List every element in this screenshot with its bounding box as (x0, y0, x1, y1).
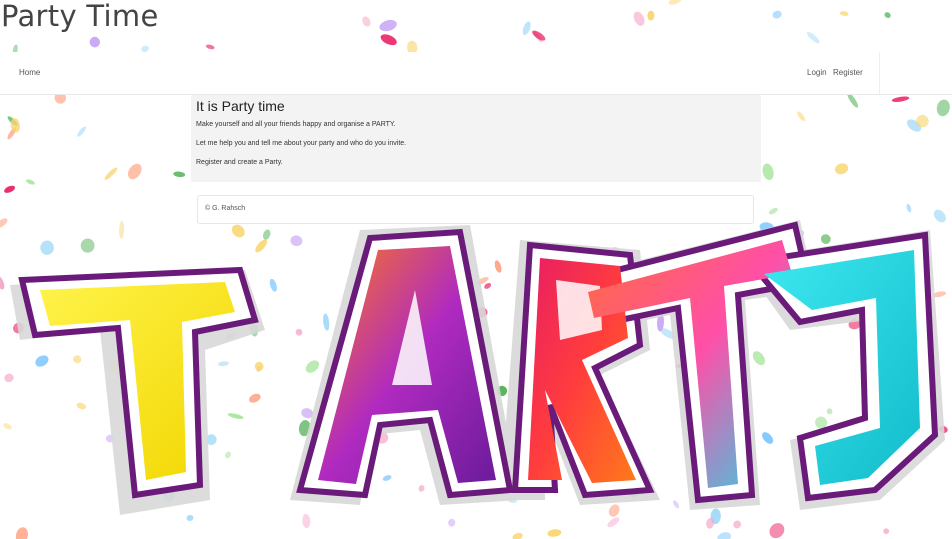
confetti-dot (379, 19, 397, 32)
confetti-dot (104, 167, 118, 180)
confetti-dot (26, 179, 35, 185)
nav-register-link[interactable]: Register (833, 68, 863, 77)
confetti-dot (891, 96, 910, 102)
confetti-dot (4, 185, 16, 193)
confetti-dot (806, 32, 820, 44)
confetti-dot (173, 171, 186, 178)
confetti-dot (834, 163, 849, 175)
confetti-dot (762, 163, 774, 181)
intro-paragraph-2: Let me help you and tell me about your p… (196, 140, 407, 147)
confetti-dot (647, 10, 655, 21)
confetti-dot (797, 111, 806, 122)
site-title: Party Time (1, 0, 159, 33)
confetti-dot (717, 532, 731, 539)
confetti-dot (380, 34, 397, 46)
confetti-dot (547, 529, 562, 537)
confetti-dot (633, 11, 645, 26)
confetti-dot (77, 126, 86, 137)
confetti-dot (839, 11, 849, 16)
intro-panel: It is Party time Make yourself and all y… (191, 95, 761, 182)
confetti-dot (883, 528, 890, 535)
confetti-dot (733, 520, 742, 529)
confetti-dot (512, 532, 523, 539)
confetti-dot (769, 523, 785, 539)
confetti-dot (127, 163, 142, 180)
confetti-dot (936, 99, 950, 117)
party-graffiti-image (10, 220, 945, 515)
footer-card: © G. Rahsch (197, 195, 754, 224)
confetti-dot (522, 21, 531, 35)
confetti-dot (205, 44, 215, 50)
intro-paragraph-1: Make yourself and all your friends happy… (196, 121, 396, 128)
footer-copyright: © G. Rahsch (205, 205, 246, 212)
confetti-dot (884, 12, 891, 19)
confetti-dot (772, 10, 782, 19)
confetti-dot (668, 0, 683, 5)
navbar: Home Login Register (0, 52, 952, 95)
confetti-dot (362, 16, 371, 27)
confetti-dot (89, 36, 101, 48)
confetti-dot (15, 527, 28, 539)
intro-heading: It is Party time (196, 98, 285, 114)
nav-home-link[interactable]: Home (19, 68, 40, 77)
intro-paragraph-3: Register and create a Party. (196, 159, 283, 166)
nav-login-link[interactable]: Login (807, 68, 827, 77)
nav-divider (879, 52, 880, 94)
